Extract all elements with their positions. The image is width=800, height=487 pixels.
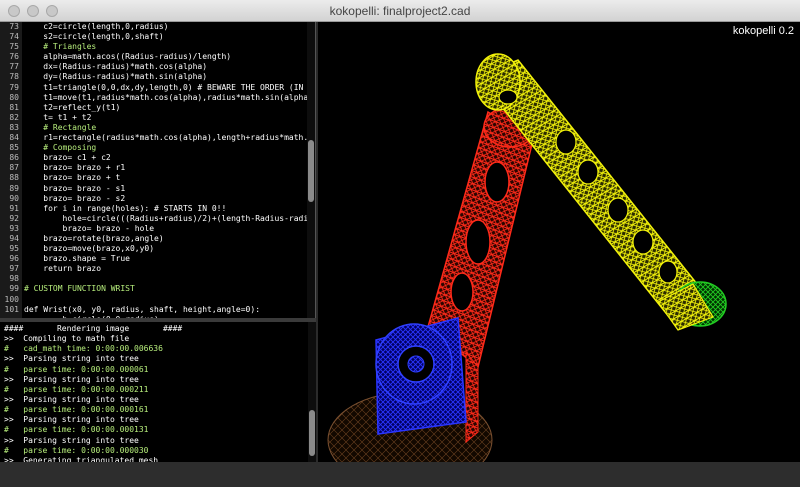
code-line[interactable]: t2=reflect_y(t1) [24, 103, 308, 113]
code-line[interactable] [24, 274, 308, 284]
code-line[interactable] [24, 295, 308, 305]
line-number: 85 [9, 143, 19, 153]
code-line[interactable]: brazo= brazo - hole [24, 224, 308, 234]
console-line: # parse time: 0:00:00.000030 [4, 445, 149, 455]
editor-scroll-thumb[interactable] [308, 140, 314, 202]
line-number: 93 [9, 223, 19, 233]
line-number: 82 [9, 112, 19, 122]
console-scroll-thumb[interactable] [309, 410, 315, 456]
console-line: >> Parsing string into tree [4, 354, 139, 364]
render-viewport[interactable]: kokopelli 0.2 [318, 22, 800, 462]
line-number: 78 [9, 72, 19, 82]
code-line[interactable]: brazo=move(brazo,x0,y0) [24, 244, 308, 254]
console-lines: #### Rendering image #### >> Compiling to… [4, 324, 300, 462]
code-line[interactable]: t1=move(t1,radius*math.cos(alpha),radius… [24, 93, 308, 103]
line-number-gutter: 73 74 75 76 77 78 79 80 81 82 83 84 85 86 87 88 89 90 91 92… [0, 22, 22, 318]
code-line[interactable]: def Wrist(x0, y0, radius, shaft, height,… [24, 305, 308, 315]
console-line: >> Parsing string into tree [4, 394, 139, 404]
code-line[interactable]: s2=circle(length,0,shaft) [24, 32, 308, 42]
code-line[interactable]: brazo=rotate(brazo,angle) [24, 234, 308, 244]
console-line: #### Rendering image #### [4, 324, 183, 333]
console-line: >> Parsing string into tree [4, 415, 139, 425]
code-line[interactable]: dy=(Radius-radius)*math.sin(alpha) [24, 72, 308, 82]
window-titlebar: kokopelli: finalproject2.cad [0, 0, 800, 22]
line-number: 86 [9, 153, 19, 163]
console-line: # parse time: 0:00:00.000061 [4, 364, 149, 374]
line-number: 96 [9, 254, 19, 264]
code-line[interactable]: brazo= c1 + c2 [24, 153, 308, 163]
line-number: 92 [9, 213, 19, 223]
console-line: # parse time: 0:00:00.000211 [4, 384, 149, 394]
console-scrollbar[interactable] [308, 322, 316, 462]
code-lines[interactable]: c2=circle(length,0,radius) s2=circle(len… [24, 22, 308, 318]
line-number: 90 [9, 193, 19, 203]
console-line: # cad_math time: 0:00:00.006636 [4, 344, 163, 354]
code-line[interactable]: for i in range(holes): # STARTS IN 0!! [24, 204, 308, 214]
line-number: 77 [9, 62, 19, 72]
line-number: 80 [9, 92, 19, 102]
line-number: 100 [4, 294, 19, 304]
console-line: >> Compiling to math file [4, 334, 130, 344]
code-line[interactable]: brazo.shape = True [24, 254, 308, 264]
line-number: 101 [4, 304, 19, 314]
line-number: 99 [9, 284, 19, 294]
window-title: kokopelli: finalproject2.cad [329, 4, 471, 18]
output-console: #### Rendering image #### >> Compiling to… [0, 322, 316, 462]
code-line[interactable]: hole=circle(((Radius+radius)/2)+(length-… [24, 214, 308, 224]
line-number: 94 [9, 233, 19, 243]
line-number: 98 [9, 274, 19, 284]
code-line[interactable]: alpha=math.acos((Radius-radius)/length) [24, 52, 308, 62]
code-line[interactable]: # CUSTOM FUNCTION WRIST [24, 284, 308, 294]
code-line[interactable]: # Composing [24, 143, 308, 153]
blue-base-joint [375, 317, 467, 435]
line-number: 84 [9, 133, 19, 143]
code-line[interactable]: brazo= brazo - s1 [24, 184, 308, 194]
viewport-label: kokopelli 0.2 [732, 25, 794, 37]
line-number: 73 [9, 22, 19, 31]
code-line[interactable]: r1=rectangle(radius*math.cos(alpha),leng… [24, 133, 308, 143]
line-number: 76 [9, 52, 19, 62]
code-line[interactable]: t1=triangle(0,0,dx,dy,length,0) # BEWARE… [24, 83, 308, 93]
line-number: 81 [9, 102, 19, 112]
line-number: 83 [9, 122, 19, 132]
console-line: >> Parsing string into tree [4, 374, 139, 384]
code-line[interactable]: t= t1 + t2 [24, 113, 308, 123]
code-line[interactable]: brazo= brazo - s2 [24, 194, 308, 204]
line-number: 79 [9, 82, 19, 92]
arm-render [327, 53, 727, 462]
console-line: >> Parsing string into tree [4, 435, 139, 445]
code-line[interactable]: # Rectangle [24, 123, 308, 133]
console-line: # parse time: 0:00:00.000131 [4, 425, 149, 435]
code-line[interactable]: # Triangles [24, 42, 308, 52]
line-number: 74 [9, 32, 19, 42]
line-number: 95 [9, 244, 19, 254]
code-editor[interactable]: 73 74 75 76 77 78 79 80 81 82 83 84 85 86 87 88 89 90 91 92… [0, 22, 316, 318]
code-line[interactable]: brazo= brazo + t [24, 173, 308, 183]
editor-scrollbar[interactable] [307, 22, 315, 318]
code-line[interactable]: brazo= brazo + r1 [24, 163, 308, 173]
code-line[interactable]: return brazo [24, 264, 308, 274]
line-number: 91 [9, 203, 19, 213]
line-number: 88 [9, 173, 19, 183]
line-number: 87 [9, 163, 19, 173]
line-number: 89 [9, 183, 19, 193]
code-line[interactable]: c2=circle(length,0,radius) [24, 22, 308, 32]
line-number: 75 [9, 42, 19, 52]
line-number: 97 [9, 264, 19, 274]
console-line: # parse time: 0:00:00.000161 [4, 405, 149, 415]
status-bar [0, 462, 800, 487]
code-line[interactable]: dx=(Radius-radius)*math.cos(alpha) [24, 62, 308, 72]
